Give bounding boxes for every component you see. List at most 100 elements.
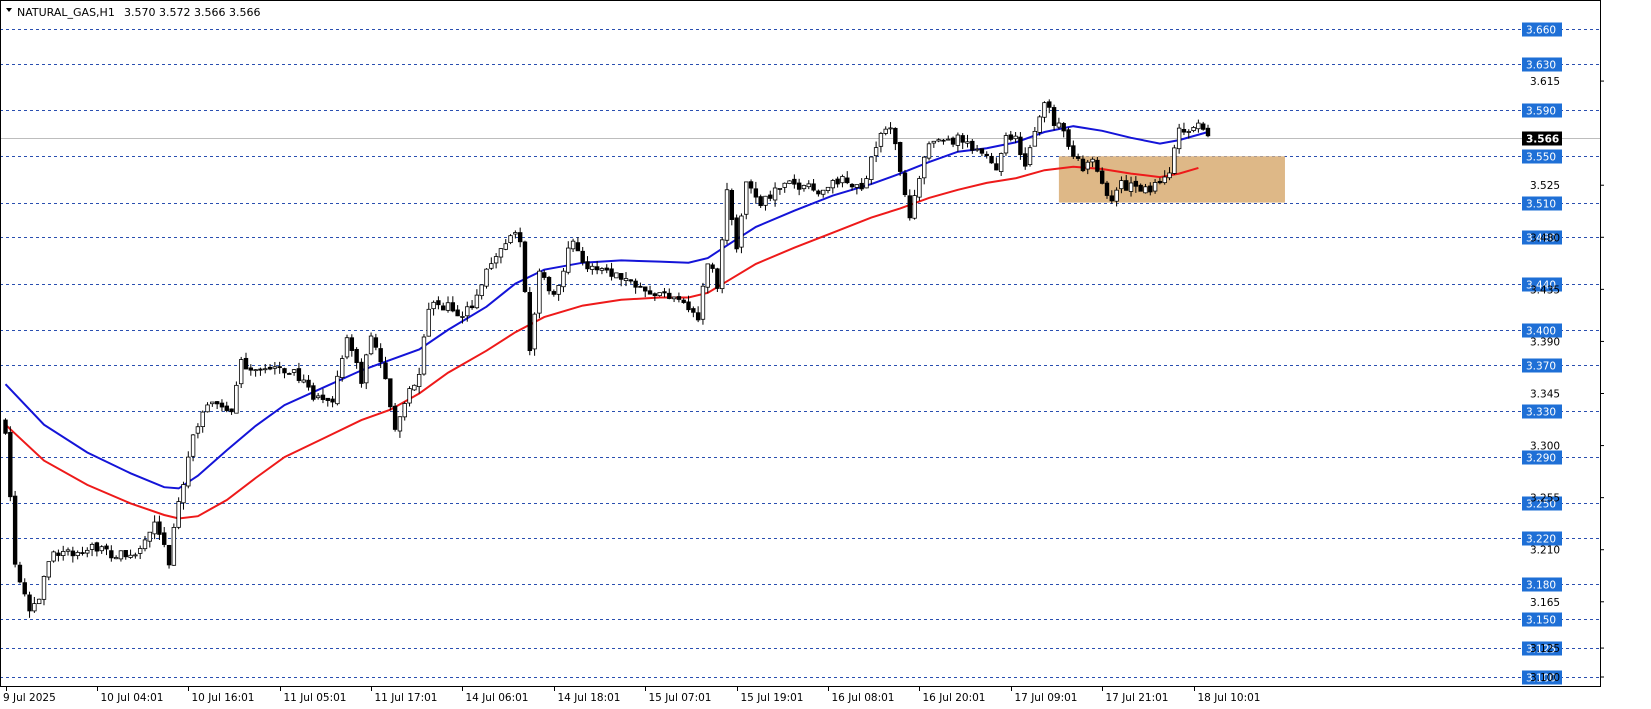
candle [258, 367, 263, 376]
candle-body [137, 548, 143, 554]
candle [479, 284, 484, 300]
candle-body [123, 550, 128, 558]
level-badge-label: 3.370 [1526, 361, 1556, 373]
candle [176, 497, 181, 530]
candle-body [1152, 182, 1158, 192]
candle [955, 132, 961, 152]
candle [1047, 99, 1052, 114]
candle-body [532, 313, 537, 350]
candle [614, 272, 619, 279]
candle [195, 423, 201, 439]
candle [869, 156, 874, 185]
candle [907, 189, 912, 221]
candle [825, 186, 831, 194]
candle [508, 234, 513, 245]
candle-body [878, 133, 884, 147]
candle [768, 190, 773, 202]
candles-layer [3, 99, 1211, 618]
candle-body [41, 576, 47, 600]
candle [306, 375, 311, 391]
candle [556, 285, 561, 301]
candle [89, 542, 95, 557]
collapse-triangle-icon[interactable] [6, 8, 12, 12]
candle-body [864, 178, 869, 189]
candle-body [821, 189, 826, 195]
candle-body [811, 183, 816, 191]
candle-body [426, 308, 431, 337]
candle-body [950, 137, 956, 145]
candle-body [633, 280, 638, 288]
candle [397, 416, 403, 438]
candle-body [373, 337, 379, 348]
candle [407, 386, 412, 407]
candle [917, 175, 922, 201]
candle [484, 268, 489, 289]
candle [392, 403, 398, 432]
candle [65, 547, 71, 556]
candle-body [219, 402, 225, 408]
level-badge-label: 3.510 [1526, 199, 1556, 211]
candle-body [8, 432, 13, 498]
candle-body [445, 302, 451, 311]
candle-body [869, 156, 874, 180]
candle [609, 262, 614, 281]
candle-body [190, 434, 196, 457]
candle [1027, 144, 1033, 167]
candle [181, 481, 186, 510]
candle-body [392, 405, 398, 430]
candle-body [888, 127, 893, 130]
candle [412, 384, 417, 391]
candle-body [609, 268, 614, 277]
candle [205, 402, 210, 413]
candle [402, 401, 407, 421]
candle-body [580, 250, 585, 263]
x-tick-label: 10 Jul 16:01 [192, 692, 255, 704]
candle [1205, 124, 1211, 138]
candle [234, 381, 239, 414]
candle-body [1042, 102, 1047, 118]
candle-body [542, 272, 547, 278]
candle-body [503, 243, 508, 250]
candle-body [166, 544, 172, 566]
candle-body [1128, 182, 1134, 192]
candle-body [729, 190, 735, 220]
candle [3, 418, 8, 435]
candle-body [195, 426, 201, 434]
ma-fast-line [4, 125, 1209, 490]
candle-body [378, 348, 383, 363]
candle-body [412, 384, 417, 391]
candle [719, 237, 725, 294]
y-tick-label: 3.615 [1530, 76, 1560, 88]
candle [883, 126, 888, 136]
candle [984, 151, 989, 159]
candle [902, 169, 908, 198]
candle-body [734, 217, 739, 250]
candle [344, 334, 350, 360]
candle-body [479, 284, 484, 297]
candle-body [22, 582, 27, 595]
candle-body [61, 551, 66, 556]
chart-border [0, 0, 1601, 687]
candle-body [777, 188, 783, 190]
candle [441, 302, 446, 311]
candle [590, 263, 595, 275]
price-axis: 3.6603.6303.5903.5503.5103.4803.4403.400… [1522, 22, 1604, 685]
candle-body [1066, 129, 1071, 147]
candle [325, 397, 330, 407]
candle-body [186, 456, 191, 487]
candle-body [763, 195, 768, 206]
candle-body [806, 183, 811, 188]
candle [219, 399, 225, 412]
candle [287, 372, 292, 375]
candle [493, 253, 499, 269]
candle-body [349, 337, 355, 351]
x-tick-label: 14 Jul 18:01 [558, 692, 621, 704]
candle [599, 267, 605, 275]
y-tick-label: 3.435 [1530, 284, 1560, 296]
candle-body [267, 366, 273, 370]
candle-body [873, 147, 879, 157]
candle-body [926, 143, 932, 159]
level-badge-label: 3.590 [1526, 106, 1556, 118]
candle-body [272, 366, 278, 369]
candle [912, 189, 917, 220]
